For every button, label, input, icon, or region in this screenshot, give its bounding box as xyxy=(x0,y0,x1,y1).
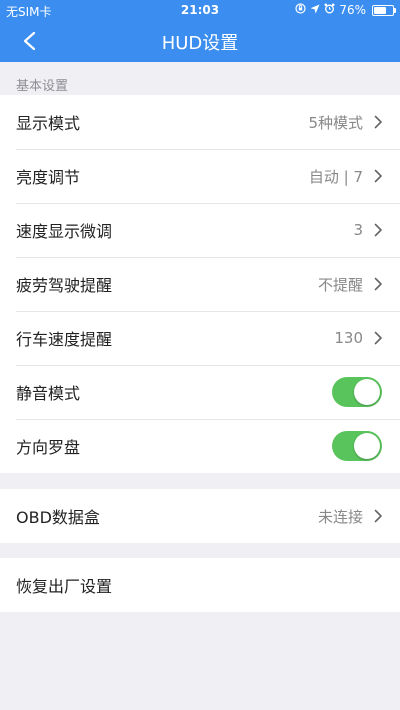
setting-label: 行车速度提醒 xyxy=(16,330,113,349)
setting-label: 恢复出厂设置 xyxy=(16,577,113,596)
battery-tip xyxy=(394,7,396,13)
setting-label: 静音模式 xyxy=(16,384,81,403)
setting-label: 亮度调节 xyxy=(16,168,81,187)
header: 无SIM卡 21:03 76% HUD设置 xyxy=(0,0,400,62)
page-title: HUD设置 xyxy=(161,33,239,54)
setting-value: 130 xyxy=(334,329,363,347)
setting-row-fatigue-reminder[interactable]: 疲劳驾驶提醒 不提醒 xyxy=(0,257,400,311)
chevron-right-icon xyxy=(374,223,382,237)
orientation-lock-icon xyxy=(295,3,306,17)
setting-label: 速度显示微调 xyxy=(16,222,113,241)
setting-label: OBD数据盒 xyxy=(16,508,100,527)
setting-value: 3 xyxy=(353,221,363,239)
setting-row-obd[interactable]: OBD数据盒 未连接 xyxy=(0,489,400,543)
toggle-knob xyxy=(354,433,380,459)
section-label: 基本设置 xyxy=(16,79,69,94)
setting-row-compass: 方向罗盘 xyxy=(0,419,400,473)
status-icons: 76% xyxy=(295,3,396,17)
setting-value: 不提醒 xyxy=(317,275,363,294)
setting-label: 方向罗盘 xyxy=(16,438,81,457)
setting-row-mute-mode: 静音模式 xyxy=(0,365,400,419)
setting-row-display-mode[interactable]: 显示模式 5种模式 xyxy=(0,95,400,149)
chevron-right-icon xyxy=(374,509,382,523)
settings-group-basic: 显示模式 5种模式 亮度调节 自动 | 7 速度显示微调 3 疲劳驾驶提醒 不提… xyxy=(0,95,400,473)
mute-mode-toggle[interactable] xyxy=(332,377,382,407)
setting-value: 5种模式 xyxy=(308,113,363,132)
setting-row-brightness[interactable]: 亮度调节 自动 | 7 xyxy=(0,149,400,203)
setting-value: 自动 | 7 xyxy=(308,167,363,186)
alarm-icon xyxy=(324,3,335,17)
settings-group-reset: 恢复出厂设置 xyxy=(0,558,400,612)
chevron-right-icon xyxy=(374,115,382,129)
settings-group-obd: OBD数据盒 未连接 xyxy=(0,489,400,543)
battery-fill xyxy=(374,6,387,14)
chevron-right-icon xyxy=(374,277,382,291)
location-arrow-icon xyxy=(310,4,320,17)
reset-factory-button[interactable]: 恢复出厂设置 xyxy=(0,558,400,612)
nav-bar: HUD设置 xyxy=(0,20,400,62)
battery-icon xyxy=(372,4,396,16)
setting-value: 未连接 xyxy=(317,507,363,526)
setting-label: 显示模式 xyxy=(16,114,81,133)
chevron-right-icon xyxy=(374,169,382,183)
setting-row-speed-adjust[interactable]: 速度显示微调 3 xyxy=(0,203,400,257)
status-bar: 无SIM卡 21:03 76% xyxy=(0,0,400,20)
battery-percent: 76% xyxy=(339,3,366,17)
setting-label: 疲劳驾驶提醒 xyxy=(16,276,113,295)
setting-row-speed-reminder[interactable]: 行车速度提醒 130 xyxy=(0,311,400,365)
chevron-right-icon xyxy=(374,331,382,345)
toggle-knob xyxy=(354,379,380,405)
compass-toggle[interactable] xyxy=(332,431,382,461)
